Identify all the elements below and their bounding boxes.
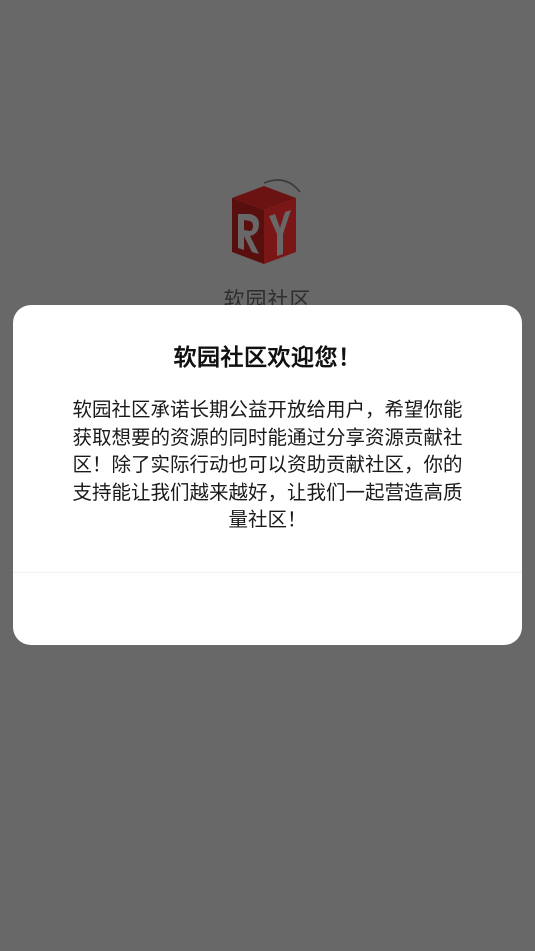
ry-cube-logo-icon: [232, 179, 301, 264]
welcome-dialog: 软园社区欢迎您！ 软园社区承诺长期公益开放给用户，希望你能获取想要的资源的同时能…: [13, 305, 522, 645]
dialog-action-area[interactable]: [13, 573, 522, 645]
dialog-message: 软园社区承诺长期公益开放给用户，希望你能获取想要的资源的同时能通过分享资源贡献社…: [72, 398, 463, 531]
dialog-title: 软园社区欢迎您！: [173, 345, 362, 371]
